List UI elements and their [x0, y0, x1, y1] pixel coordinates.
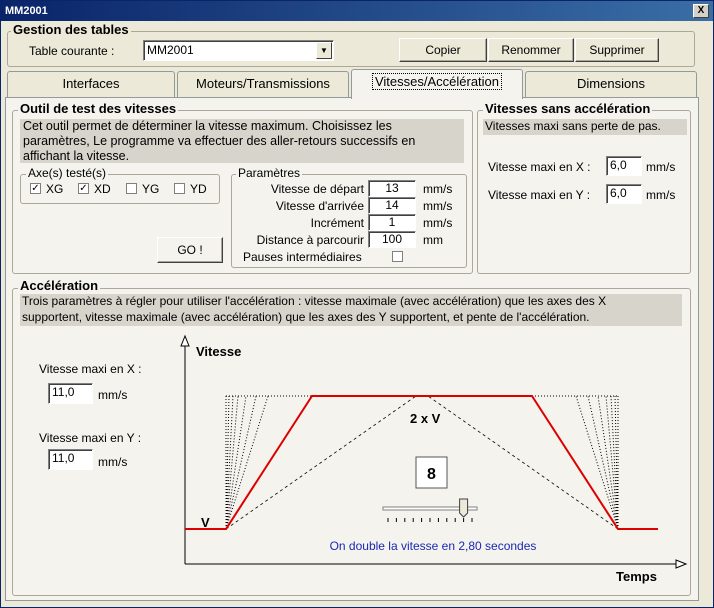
acceleration-diagram: Vitesse Temps V 2 x V 8 On double la vit…: [180, 334, 688, 584]
axis-yg-checkbox[interactable]: [126, 183, 137, 194]
sans-accel-vx-unit: mm/s: [646, 160, 676, 174]
pauses-checkbox[interactable]: [392, 251, 403, 262]
tab-moteurs[interactable]: Moteurs/Transmissions: [177, 71, 349, 97]
axis-yd-label: YD: [190, 182, 207, 196]
param-input-distance[interactable]: 100: [368, 231, 416, 248]
close-button[interactable]: X: [693, 4, 709, 18]
outil-description-box: Cet outil permet de déterminer la vitess…: [20, 119, 464, 163]
param-label-distance: Distance à parcourir: [256, 233, 364, 247]
param-unit-arrivee: mm/s: [423, 199, 453, 213]
outil-description-line-3: affichant la vitesse.: [23, 149, 130, 163]
outil-title: Outil de test des vitesses: [18, 101, 179, 116]
acceleration-caption: On double la vitesse en 2,80 secondes: [330, 539, 537, 553]
sans-accel-vy-input[interactable]: 6,0: [606, 184, 642, 204]
supprimer-button[interactable]: Supprimer: [575, 38, 659, 62]
param-label-arrivee: Vitesse d'arrivée: [275, 199, 364, 213]
slider-ticks: [387, 518, 473, 522]
param-label-depart: Vitesse de départ: [270, 182, 364, 196]
slope-value: 8: [427, 466, 436, 483]
renommer-button[interactable]: Renommer: [488, 38, 574, 62]
accel-title: Accélération: [18, 278, 101, 293]
go-button[interactable]: GO !: [157, 237, 223, 263]
main-window: MM2001 X Gestion des tables Table couran…: [0, 0, 714, 608]
accel-vx-input[interactable]: 11,0: [48, 383, 93, 404]
slope-slider[interactable]: [382, 498, 478, 522]
tab-vitesses-label: Vitesses/Accélération: [371, 73, 503, 90]
gestion-title: Gestion des tables: [11, 22, 131, 37]
axis-yg-label: YG: [142, 182, 160, 196]
outil-description-line-2: paramètres, Le programme va effectuer de…: [23, 134, 416, 148]
chevron-down-icon[interactable]: ▼: [316, 42, 332, 59]
sans-accel-title: Vitesses sans accélération: [483, 101, 653, 116]
accel-description-line-1: Trois paramètres à régler pour utiliser …: [22, 294, 607, 308]
accel-vx-unit: mm/s: [98, 388, 128, 402]
pauses-label: Pauses intermédiaires: [243, 250, 362, 264]
axis-xg-checkbox[interactable]: ✓: [30, 183, 41, 194]
sans-accel-vy-unit: mm/s: [646, 188, 676, 202]
accel-vx-label: Vitesse maxi en X :: [39, 362, 142, 376]
param-unit-depart: mm/s: [423, 182, 453, 196]
param-label-increment: Incrément: [310, 216, 364, 230]
sans-accel-subtitle-box: Vitesses maxi sans perte de pas.: [483, 119, 687, 135]
axis-xg-label: XG: [46, 182, 64, 196]
title-bar[interactable]: MM2001 X: [1, 1, 713, 21]
tab-panel: Outil de test des vitesses Cet outil per…: [5, 97, 699, 601]
param-unit-distance: mm: [423, 233, 443, 247]
tab-vitesses[interactable]: Vitesses/Accélération: [351, 69, 523, 99]
axes-title: Axe(s) testé(s): [26, 166, 109, 180]
param-input-arrivee[interactable]: 14: [368, 197, 416, 214]
outil-description-line-1: Cet outil permet de déterminer la vitess…: [23, 119, 392, 133]
axis-yd-checkbox[interactable]: [174, 183, 185, 194]
x-axis-arrow-icon: [675, 559, 688, 569]
v-label: V: [201, 515, 210, 530]
axis-xd-checkbox[interactable]: ✓: [78, 183, 89, 194]
table-label: Table courante :: [29, 44, 115, 58]
sans-accel-subtitle: Vitesses maxi sans perte de pas.: [485, 119, 661, 133]
sans-accel-vy-label: Vitesse maxi en Y :: [488, 188, 591, 202]
table-select-value: MM2001: [147, 43, 194, 57]
sans-accel-vx-label: Vitesse maxi en X :: [488, 160, 591, 174]
accel-vy-label: Vitesse maxi en Y :: [39, 431, 142, 445]
params-title: Paramètres: [236, 166, 303, 180]
y-axis-arrow-icon: [180, 334, 190, 347]
accel-description-line-2: supportent, vitesse maximale (avec accél…: [22, 310, 590, 324]
axis-xd-label: XD: [94, 182, 111, 196]
accel-vy-unit: mm/s: [98, 455, 128, 469]
top-speed-label: 2 x V: [410, 411, 441, 426]
sans-accel-vx-input[interactable]: 6,0: [606, 156, 642, 176]
accel-description-box: Trois paramètres à régler pour utiliser …: [20, 294, 682, 326]
table-select[interactable]: MM2001 ▼: [143, 40, 334, 61]
tab-interfaces[interactable]: Interfaces: [7, 71, 175, 97]
y-axis-label: Vitesse: [196, 344, 241, 359]
copier-button[interactable]: Copier: [399, 38, 487, 62]
param-unit-increment: mm/s: [423, 216, 453, 230]
slider-thumb[interactable]: [459, 498, 469, 518]
accel-vy-input[interactable]: 11,0: [48, 449, 93, 470]
param-input-depart[interactable]: 13: [368, 180, 416, 197]
x-axis-label: Temps: [616, 569, 657, 584]
param-input-increment[interactable]: 1: [368, 214, 416, 231]
window-title: MM2001: [5, 5, 48, 17]
tab-dimensions[interactable]: Dimensions: [525, 71, 697, 97]
